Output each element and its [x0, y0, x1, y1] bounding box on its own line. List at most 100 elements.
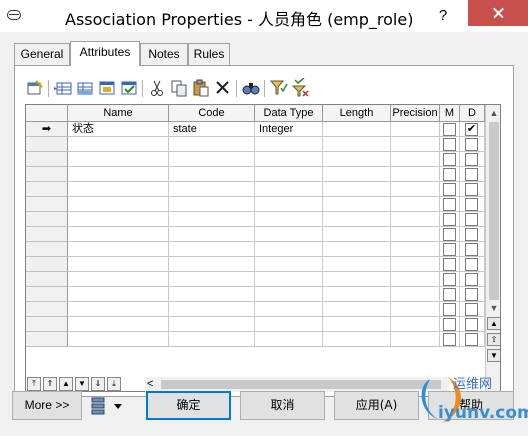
cell-length[interactable] [323, 167, 391, 182]
row-header[interactable] [26, 317, 68, 332]
displayed-checkbox[interactable] [465, 198, 478, 211]
column-header-length[interactable]: Length [323, 105, 391, 122]
cell-code[interactable] [169, 287, 255, 302]
row-header[interactable] [26, 197, 68, 212]
cell-name[interactable] [68, 332, 169, 347]
cell-name[interactable] [68, 167, 169, 182]
cell-code[interactable] [169, 212, 255, 227]
delete-icon[interactable] [213, 78, 233, 98]
row-header[interactable] [26, 257, 68, 272]
cell-code[interactable] [169, 272, 255, 287]
cell-name[interactable] [68, 272, 169, 287]
row-header[interactable] [26, 332, 68, 347]
cell-code[interactable] [169, 182, 255, 197]
cell-data-type[interactable] [255, 167, 323, 182]
cell-length[interactable] [323, 137, 391, 152]
cell-precision[interactable] [391, 302, 440, 317]
cell-code[interactable]: state [169, 122, 255, 137]
cell-data-type[interactable] [255, 332, 323, 347]
mandatory-checkbox[interactable] [443, 318, 456, 331]
current-row-marker[interactable]: ➡ [26, 122, 68, 137]
cell-data-type[interactable] [255, 287, 323, 302]
cell-code[interactable] [169, 197, 255, 212]
close-button[interactable] [468, 0, 528, 26]
column-header-d[interactable]: D [460, 105, 485, 122]
displayed-checkbox[interactable] [465, 213, 478, 226]
cell-length[interactable] [323, 272, 391, 287]
move-down-button[interactable]: ▼ [487, 349, 500, 362]
column-header-precision[interactable]: Precision [391, 105, 440, 122]
displayed-checkbox[interactable] [465, 333, 478, 346]
displayed-checkbox[interactable]: ✔ [465, 123, 478, 136]
row-header[interactable] [26, 272, 68, 287]
row-header[interactable] [26, 242, 68, 257]
add-attributes-icon[interactable] [97, 78, 117, 98]
displayed-checkbox[interactable] [465, 243, 478, 256]
cell-length[interactable] [323, 212, 391, 227]
copy-icon[interactable] [169, 78, 189, 98]
cell-code[interactable] [169, 137, 255, 152]
cell-code[interactable] [169, 152, 255, 167]
add-row-icon[interactable] [75, 78, 95, 98]
cell-data-type[interactable] [255, 182, 323, 197]
ok-button[interactable]: 确定 [146, 391, 231, 420]
displayed-checkbox[interactable] [465, 273, 478, 286]
cell-length[interactable] [323, 197, 391, 212]
move-up-button[interactable]: ▲ [487, 317, 500, 330]
menu-dropdown-button[interactable] [90, 396, 130, 416]
cell-name[interactable] [68, 182, 169, 197]
cell-code[interactable] [169, 167, 255, 182]
cell-data-type[interactable] [255, 242, 323, 257]
mandatory-checkbox[interactable] [443, 288, 456, 301]
column-header-code[interactable]: Code [169, 105, 255, 122]
mandatory-checkbox[interactable] [443, 243, 456, 256]
cell-precision[interactable] [391, 212, 440, 227]
scroll-down-arrow[interactable]: ▼ [488, 302, 500, 314]
cell-precision[interactable] [391, 227, 440, 242]
displayed-checkbox[interactable] [465, 288, 478, 301]
insert-row-icon[interactable] [53, 78, 73, 98]
displayed-checkbox[interactable] [465, 258, 478, 271]
cell-precision[interactable] [391, 122, 440, 137]
column-header-data-type[interactable]: Data Type [255, 105, 323, 122]
cell-data-type[interactable] [255, 257, 323, 272]
cell-data-type[interactable]: Integer [255, 122, 323, 137]
cell-precision[interactable] [391, 197, 440, 212]
row-header[interactable] [26, 167, 68, 182]
mandatory-checkbox[interactable] [443, 183, 456, 196]
cell-precision[interactable] [391, 182, 440, 197]
cell-data-type[interactable] [255, 197, 323, 212]
scroll-up-arrow[interactable]: ▲ [488, 107, 500, 119]
cell-precision[interactable] [391, 317, 440, 332]
tab-notes[interactable]: Notes [140, 43, 188, 65]
mandatory-checkbox[interactable] [443, 198, 456, 211]
row-header[interactable] [26, 137, 68, 152]
mandatory-checkbox[interactable] [443, 153, 456, 166]
more-button[interactable]: More >> [12, 391, 82, 420]
row-header[interactable] [26, 227, 68, 242]
nav-up-button[interactable]: ▲ [59, 377, 73, 391]
row-header[interactable] [26, 287, 68, 302]
filter-icon[interactable] [269, 78, 289, 98]
move-top-button[interactable]: ⇧ [487, 333, 500, 346]
cell-length[interactable] [323, 317, 391, 332]
cell-code[interactable] [169, 302, 255, 317]
mandatory-checkbox[interactable] [443, 273, 456, 286]
cell-precision[interactable] [391, 152, 440, 167]
displayed-checkbox[interactable] [465, 183, 478, 196]
displayed-checkbox[interactable] [465, 228, 478, 241]
cell-code[interactable] [169, 242, 255, 257]
cell-data-type[interactable] [255, 317, 323, 332]
apply-button[interactable]: 应用(A) [334, 391, 419, 420]
displayed-checkbox[interactable] [465, 153, 478, 166]
cell-name[interactable] [68, 257, 169, 272]
cell-length[interactable] [323, 257, 391, 272]
cut-icon[interactable] [147, 78, 167, 98]
mandatory-checkbox[interactable] [443, 333, 456, 346]
tab-rules[interactable]: Rules [188, 43, 230, 65]
nav-last-button[interactable]: ⤓ [107, 377, 121, 391]
vertical-scrollbar[interactable]: ▲ ▼ ▲ ⇧ ▼ [485, 105, 500, 391]
mandatory-checkbox[interactable] [443, 123, 456, 136]
clear-filter-icon[interactable] [291, 77, 311, 98]
cell-length[interactable] [323, 332, 391, 347]
